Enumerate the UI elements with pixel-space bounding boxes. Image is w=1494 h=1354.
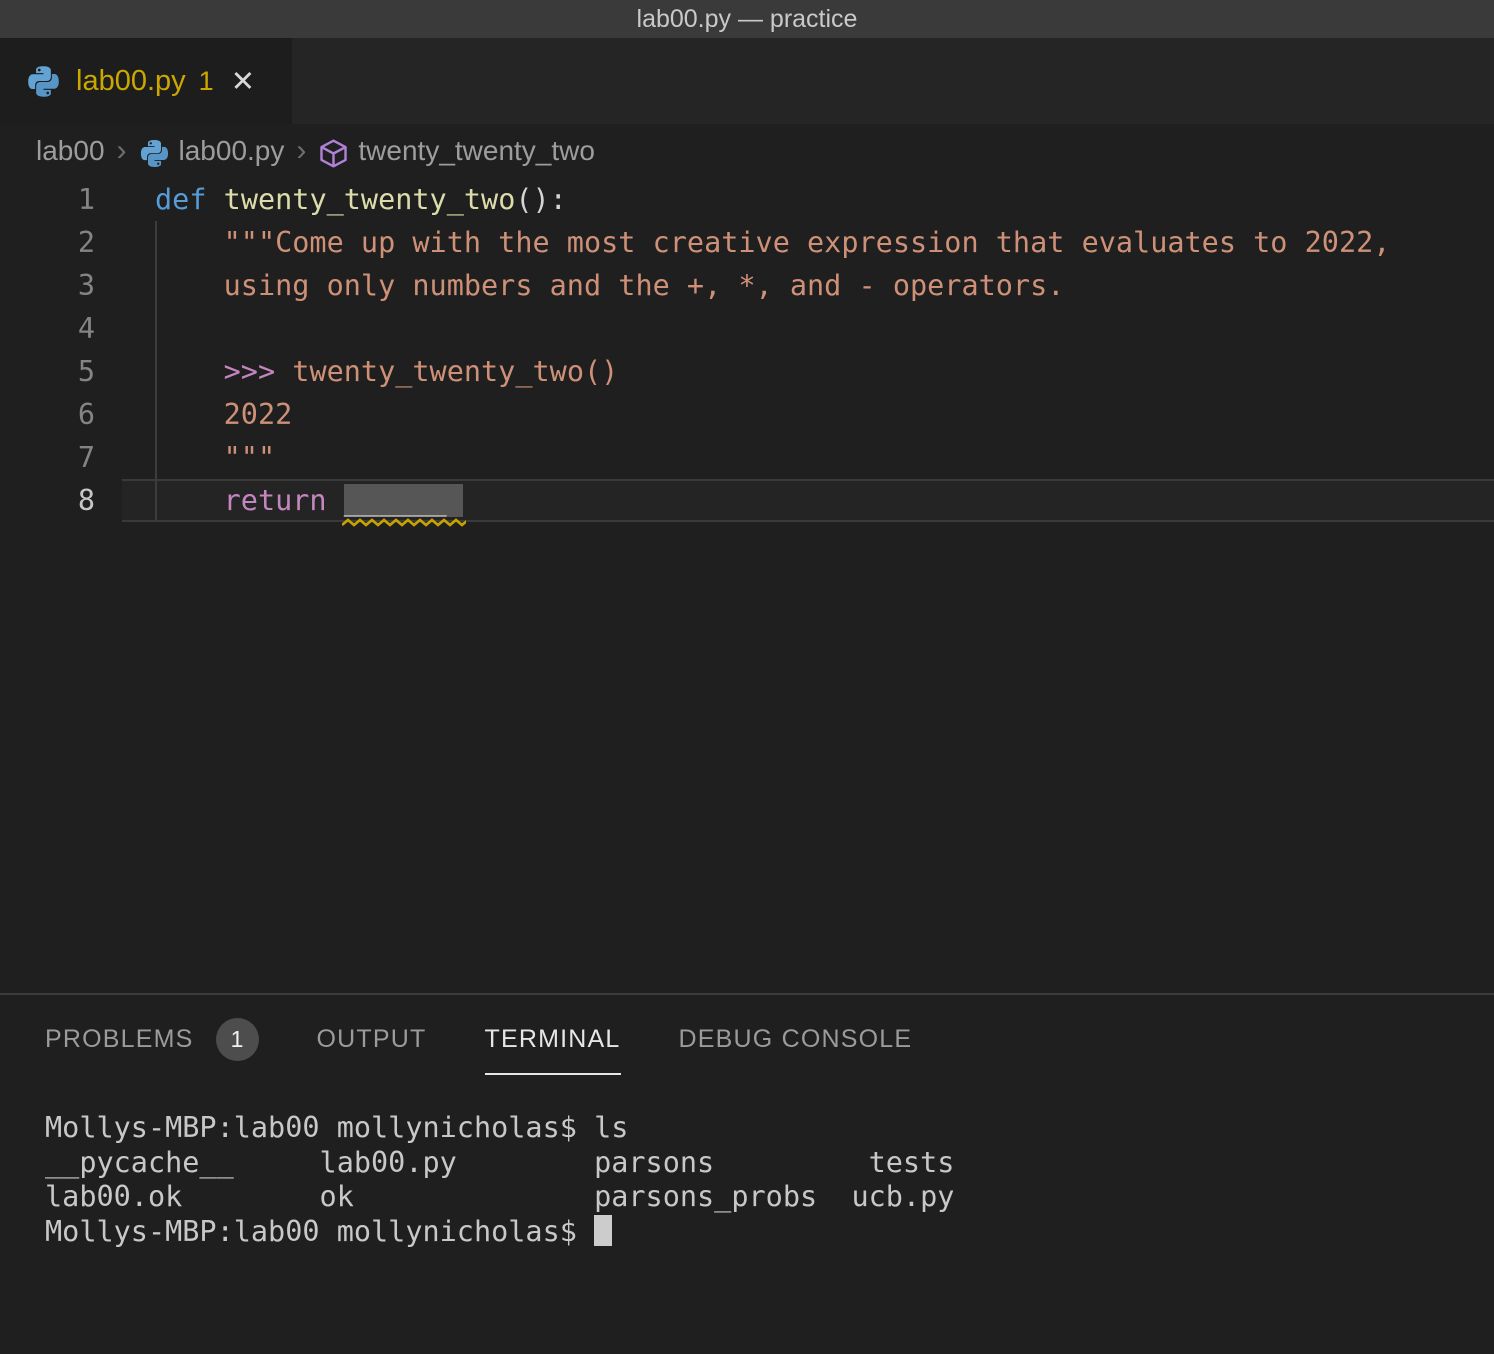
- panel-tab-output[interactable]: OUTPUT: [317, 995, 427, 1083]
- code-token: twenty_twenty_two(): [275, 355, 618, 388]
- python-icon: [26, 64, 61, 99]
- line-number: 5: [0, 350, 122, 393]
- code-token: """: [224, 441, 275, 474]
- panel-tab-label: DEBUG CONSOLE: [679, 1025, 913, 1054]
- code-token: twenty_twenty_two: [224, 183, 516, 216]
- panel-tab-debug-console[interactable]: DEBUG CONSOLE: [679, 995, 913, 1083]
- terminal-line: Mollys-MBP:lab00 mollynicholas$ ls: [45, 1111, 1494, 1146]
- bottom-panel: PROBLEMS 1 OUTPUT TERMINAL DEBUG CONSOLE Mol…: [0, 993, 1494, 1352]
- code-line[interactable]: 7 """: [0, 436, 1494, 479]
- code-token: >>>: [224, 355, 275, 388]
- terminal-line: __pycache__ lab00.py parsons tests: [45, 1146, 1494, 1181]
- close-icon[interactable]: ✕: [231, 64, 255, 99]
- terminal-line: Mollys-MBP:lab00 mollynicholas$: [45, 1215, 1494, 1250]
- python-icon: [139, 138, 170, 169]
- line-content: 2022: [122, 393, 1494, 436]
- code-token: [155, 484, 224, 517]
- line-number: 7: [0, 436, 122, 479]
- breadcrumb-file[interactable]: lab00.py: [179, 135, 285, 167]
- code-line[interactable]: 6 2022: [0, 393, 1494, 436]
- code-line[interactable]: 1def twenty_twenty_two():: [0, 178, 1494, 221]
- tab-problem-count: 1: [199, 66, 214, 97]
- warning-squiggle-icon: [342, 518, 466, 527]
- code-token: [155, 398, 224, 431]
- code-line[interactable]: 4: [0, 307, 1494, 350]
- line-content: """: [122, 436, 1494, 479]
- breadcrumb: lab00 › lab00.py › twenty_twenty_two: [0, 124, 1494, 178]
- line-content: def twenty_twenty_two():: [122, 178, 1494, 221]
- line-content: """Come up with the most creative expres…: [122, 221, 1494, 264]
- titlebar: lab00.py — practice: [0, 0, 1494, 38]
- code-line[interactable]: 2 """Come up with the most creative expr…: [0, 221, 1494, 264]
- line-number: 6: [0, 393, 122, 436]
- code-token: [327, 484, 344, 517]
- breadcrumb-folder[interactable]: lab00: [36, 135, 105, 167]
- breadcrumb-symbol[interactable]: twenty_twenty_two: [358, 135, 595, 167]
- tab-bar: lab00.py 1 ✕: [0, 38, 1494, 124]
- code-token: using only numbers and the +, *, and - o…: [224, 269, 1065, 302]
- panel-tab-label: OUTPUT: [317, 1025, 427, 1054]
- code-token: [155, 269, 224, 302]
- code-token: def: [155, 183, 206, 216]
- code-token: return: [224, 484, 327, 517]
- code-token: 2022: [224, 398, 293, 431]
- code-token: [155, 441, 224, 474]
- code-token: ():: [515, 183, 566, 216]
- line-number: 3: [0, 264, 122, 307]
- terminal-cursor: [594, 1215, 612, 1246]
- panel-tabs: PROBLEMS 1 OUTPUT TERMINAL DEBUG CONSOLE: [0, 995, 1494, 1083]
- line-number: 1: [0, 178, 122, 221]
- panel-tab-terminal[interactable]: TERMINAL: [485, 995, 621, 1083]
- editor[interactable]: 1def twenty_twenty_two():2 """Come up wi…: [0, 178, 1494, 993]
- symbol-cube-icon: [318, 138, 349, 169]
- code-line[interactable]: 3 using only numbers and the +, *, and -…: [0, 264, 1494, 307]
- line-content: return ______: [122, 479, 1494, 522]
- panel-tab-label: TERMINAL: [485, 1025, 621, 1054]
- line-number: 8: [0, 479, 122, 522]
- line-number: 2: [0, 221, 122, 264]
- line-content: >>> twenty_twenty_two(): [122, 350, 1494, 393]
- code-token: [206, 183, 223, 216]
- problems-count-badge: 1: [216, 1018, 259, 1061]
- chevron-right-icon: ›: [296, 134, 306, 168]
- terminal-line: lab00.ok ok parsons_probs ucb.py: [45, 1180, 1494, 1215]
- tab-filename: lab00.py: [76, 65, 186, 98]
- panel-tab-problems[interactable]: PROBLEMS 1: [45, 995, 259, 1083]
- code-token: [155, 355, 224, 388]
- code-line[interactable]: 5 >>> twenty_twenty_two(): [0, 350, 1494, 393]
- chevron-right-icon: ›: [117, 134, 127, 168]
- code-token: """Come up with the most creative expres…: [224, 226, 1391, 259]
- line-number: 4: [0, 307, 122, 350]
- panel-tab-label: PROBLEMS: [45, 1025, 194, 1054]
- line-content: [122, 307, 1494, 350]
- window-title: lab00.py — practice: [637, 5, 858, 34]
- code-token: [155, 226, 224, 259]
- editor-tab-lab00[interactable]: lab00.py 1 ✕: [0, 38, 292, 124]
- line-content: using only numbers and the +, *, and - o…: [122, 264, 1494, 307]
- blank-placeholder: ______: [344, 484, 463, 517]
- code-line[interactable]: 8 return ______: [0, 479, 1494, 522]
- terminal[interactable]: Mollys-MBP:lab00 mollynicholas$ ls__pyca…: [0, 1083, 1494, 1249]
